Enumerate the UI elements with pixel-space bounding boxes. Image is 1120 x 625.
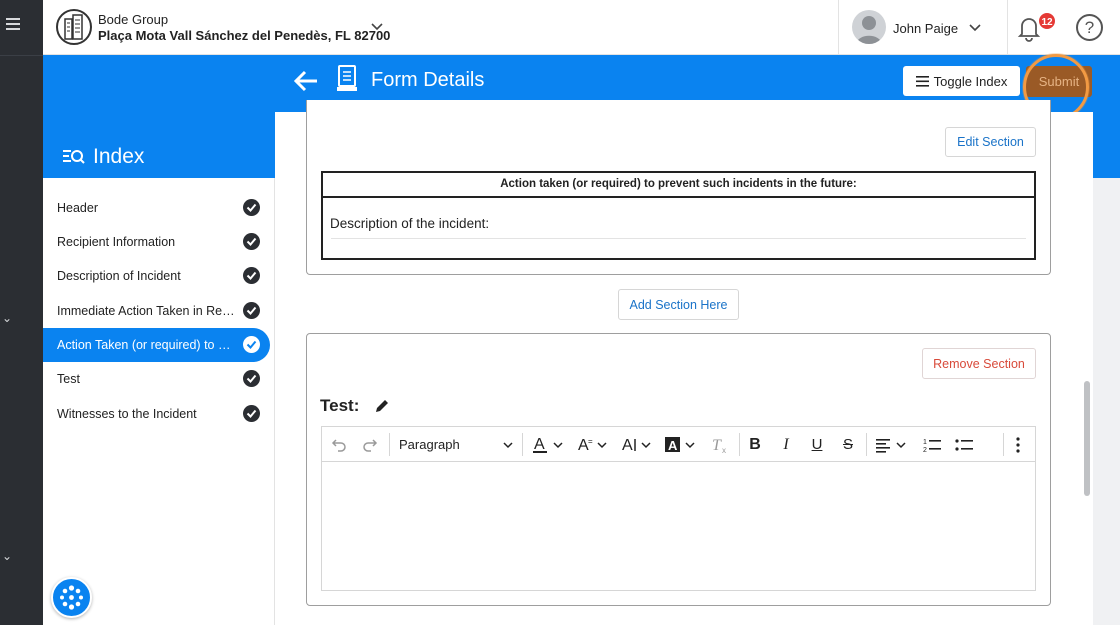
user-name[interactable]: John Paige [893,21,958,36]
toolbar-separator [739,433,740,456]
notification-count-badge: 12 [1037,11,1057,31]
redo-icon[interactable] [359,427,381,462]
index-search-icon [63,150,85,164]
index-item-label: Immediate Action Taken in Response to th… [57,304,235,318]
editor-toolbar: Paragraph A A = A A Tx B I U S 12 [322,427,1035,462]
index-title: Index [93,145,145,168]
svg-text:1: 1 [923,439,927,446]
svg-text:A: A [534,436,545,453]
chevron-down-icon[interactable]: ⌄ [0,549,14,563]
chevron-down-icon [503,441,513,448]
paragraph-select-label: Paragraph [399,437,460,452]
numbered-list-icon[interactable]: 12 [920,427,944,462]
toolbar-separator [866,433,867,456]
clear-format-icon[interactable]: Tx [708,427,732,462]
italic-icon[interactable]: I [776,427,796,462]
index-item-label: Recipient Information [57,235,176,249]
toolbar-separator [522,433,523,456]
paragraph-style-select[interactable]: Paragraph [399,427,514,462]
left-rail: ⌄ ⌄ [0,0,43,625]
check-circle-icon [243,233,260,250]
toggle-index-button[interactable]: Toggle Index [903,66,1020,96]
svg-text:x: x [722,446,726,455]
index-item-description-of-incident[interactable]: Description of Incident [43,259,270,293]
section-title: Test: [320,396,360,415]
header-divider [1007,0,1008,55]
submit-button[interactable]: Submit [1026,66,1092,97]
toolbar-separator [389,433,390,456]
floating-action-button[interactable] [51,577,92,618]
rich-text-editor: Paragraph A A = A A Tx B I U S 12 [321,426,1036,591]
index-item-label: Action Taken (or required) to Prevent su… [57,338,235,352]
form-document-icon [337,65,357,91]
index-heading: Index [63,145,144,169]
remove-section-button[interactable]: Remove Section [922,348,1036,379]
bullet-list-icon[interactable] [952,427,976,462]
editor-content-area[interactable] [322,462,1035,590]
underline-icon[interactable]: U [807,427,827,462]
back-arrow-icon[interactable] [293,69,319,93]
list-icon [915,75,929,87]
index-item-witnesses[interactable]: Witnesses to the Incident [43,397,270,431]
table-header: Action taken (or required) to prevent su… [323,173,1034,198]
organization-name: Bode Group [98,12,169,27]
hamburger-menu-icon[interactable] [6,18,20,32]
check-circle-icon [243,267,260,284]
toggle-index-label: Toggle Index [933,73,1008,89]
svg-text:=: = [588,437,593,446]
check-circle-icon [243,370,260,387]
highlight-color-icon[interactable]: A [663,427,699,462]
more-options-icon[interactable] [1008,427,1028,462]
toolbar-separator [1003,433,1004,456]
top-header: Bode Group Plaça Mota Vall Sánchez del P… [43,0,1120,55]
header-divider [838,0,839,55]
strikethrough-icon[interactable]: S [838,427,858,462]
index-item-label: Header [57,201,98,215]
check-circle-icon [243,199,260,216]
chevron-down-icon[interactable]: ⌄ [0,311,14,325]
table-body-text: Description of the incident: [330,216,490,231]
svg-text:T: T [712,437,722,454]
align-icon[interactable] [874,427,910,462]
index-item-label: Description of Incident [57,269,181,283]
index-item-action-taken[interactable]: Action Taken (or required) to Prevent su… [43,328,270,362]
scrollbar-thumb[interactable] [1084,381,1090,496]
svg-text:2: 2 [923,447,927,454]
page-title: Form Details [371,69,485,91]
help-icon[interactable]: ? [1076,14,1103,41]
index-item-immediate-action[interactable]: Immediate Action Taken in Response to th… [43,294,270,328]
font-size-icon[interactable]: A = [575,427,611,462]
index-item-label: Test [57,372,80,386]
section-table: Action taken (or required) to prevent su… [321,171,1036,260]
font-color-icon[interactable]: A [531,427,567,462]
check-circle-icon [243,336,260,353]
edit-pencil-icon[interactable] [374,398,390,414]
index-item-test[interactable]: Test [43,362,270,396]
index-item-label: Witnesses to the Incident [57,407,197,421]
add-section-button[interactable]: Add Section Here [618,289,739,320]
loading-dots-icon [60,585,83,610]
undo-icon[interactable] [328,427,350,462]
right-gutter [1093,178,1120,625]
organization-address: Plaça Mota Vall Sánchez del Penedès, FL … [98,28,391,43]
check-circle-icon [243,302,260,319]
index-item-recipient-information[interactable]: Recipient Information [43,225,270,259]
index-item-header[interactable]: Header [43,191,270,225]
table-field-line [331,238,1026,239]
rail-divider [0,55,43,56]
bold-icon[interactable]: B [745,427,765,462]
index-sidebar: Header Recipient Information Description… [43,178,275,625]
svg-text:A: A [622,437,633,454]
line-height-icon[interactable]: A [619,427,655,462]
edit-section-button[interactable]: Edit Section [945,127,1036,157]
user-avatar[interactable] [852,10,886,44]
user-menu-chevron-icon[interactable] [967,19,983,35]
organization-logo [56,9,92,45]
svg-text:A: A [668,438,678,453]
check-circle-icon [243,405,260,422]
org-switcher-chevron-icon[interactable] [369,18,385,34]
